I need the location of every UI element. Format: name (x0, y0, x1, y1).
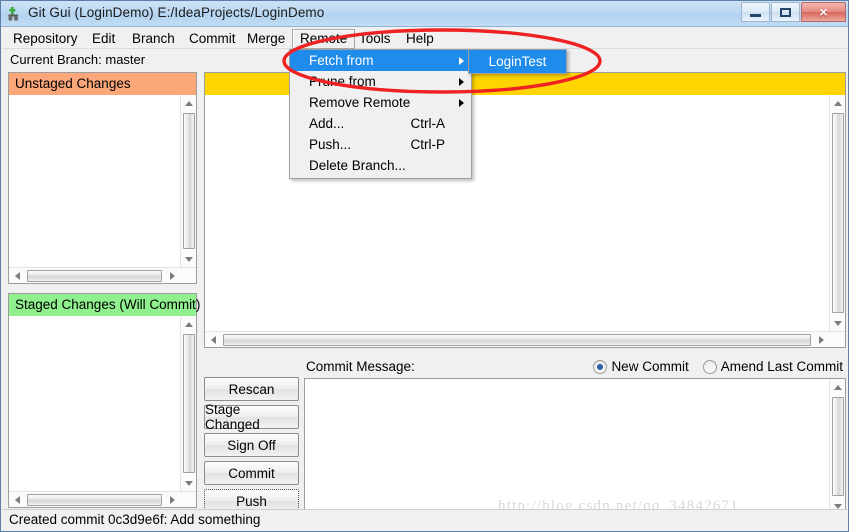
submenu-arrow-icon (459, 78, 464, 86)
menu-item-label: Delete Branch... (309, 158, 406, 173)
staged-vertical-scrollbar[interactable] (180, 316, 196, 491)
minimize-icon (750, 14, 761, 17)
staged-horizontal-scrollbar[interactable] (9, 491, 196, 507)
radio-amend-last-commit-label[interactable]: Amend Last Commit (721, 359, 843, 374)
menu-item-add[interactable]: Add... Ctrl-A (290, 113, 471, 134)
fetch-from-submenu: LoginTest (468, 49, 567, 74)
staged-changes-list[interactable] (9, 316, 196, 507)
staged-hscroll-thumb[interactable] (27, 494, 162, 506)
diff-vertical-scrollbar[interactable] (829, 95, 845, 331)
scroll-up-icon[interactable] (181, 95, 197, 111)
title-bar: Git Gui (LoginDemo) E:/IdeaProjects/Logi… (1, 1, 848, 27)
unstaged-changes-list[interactable] (9, 95, 196, 283)
rescan-button[interactable]: Rescan (204, 377, 299, 401)
radio-amend-last-commit[interactable] (703, 360, 717, 374)
staged-changes-header: Staged Changes (Will Commit) (9, 294, 196, 316)
commit-message-input[interactable] (305, 379, 845, 514)
unstaged-vertical-scrollbar[interactable] (180, 95, 196, 267)
menu-item-label: Fetch from (309, 53, 374, 68)
maximize-button[interactable] (771, 2, 800, 22)
remote-dropdown-menu: Fetch from Prune from Remove Remote Add.… (289, 49, 472, 179)
commit-message-label: Commit Message: (306, 359, 415, 374)
menu-item-push[interactable]: Push... Ctrl-P (290, 134, 471, 155)
git-gui-window: Git Gui (LoginDemo) E:/IdeaProjects/Logi… (0, 0, 849, 532)
action-button-column: Rescan Stage Changed Sign Off Commit Pus… (204, 377, 299, 517)
unstaged-hscroll-thumb[interactable] (27, 270, 162, 282)
menu-item-accelerator: Ctrl-P (411, 134, 446, 155)
stage-changed-button[interactable]: Stage Changed (204, 405, 299, 429)
unstaged-horizontal-scrollbar[interactable] (9, 267, 196, 283)
submenu-arrow-icon (459, 99, 464, 107)
scroll-right-icon[interactable] (813, 332, 829, 348)
staged-vscroll-thumb[interactable] (183, 334, 195, 473)
close-icon: × (819, 5, 827, 19)
commit-message-vscroll-thumb[interactable] (832, 397, 844, 496)
sign-off-button[interactable]: Sign Off (204, 433, 299, 457)
scroll-up-icon[interactable] (830, 95, 846, 111)
status-message: Created commit 0c3d9e6f: Add something (9, 512, 260, 527)
scroll-left-icon[interactable] (9, 268, 25, 284)
radio-new-commit-label[interactable]: New Commit (611, 359, 688, 374)
menu-item-prune-from[interactable]: Prune from (290, 71, 471, 92)
scroll-up-icon[interactable] (181, 316, 197, 332)
git-gui-icon (7, 6, 23, 22)
menu-item-remove-remote[interactable]: Remove Remote (290, 92, 471, 113)
commit-button[interactable]: Commit (204, 461, 299, 485)
scroll-left-icon[interactable] (205, 332, 221, 348)
menu-item-accelerator: Ctrl-A (411, 113, 446, 134)
menu-remote[interactable]: Remote (292, 29, 355, 49)
menu-item-delete-branch[interactable]: Delete Branch... (290, 155, 471, 176)
commit-message-panel (304, 378, 846, 515)
submenu-arrow-icon (459, 57, 464, 65)
scroll-right-icon[interactable] (164, 268, 180, 284)
menu-bar: Repository Edit Branch Commit Merge Remo… (2, 28, 847, 49)
scroll-up-icon[interactable] (830, 379, 846, 395)
submenu-item-logintest[interactable]: LoginTest (469, 50, 566, 73)
menu-item-fetch-from[interactable]: Fetch from (290, 50, 471, 71)
menu-item-label: Prune from (309, 74, 376, 89)
maximize-icon (780, 8, 791, 17)
menu-commit[interactable]: Commit (182, 29, 243, 48)
status-bar: Created commit 0c3d9e6f: Add something (2, 509, 847, 530)
unstaged-vscroll-thumb[interactable] (183, 113, 195, 249)
scroll-down-icon[interactable] (830, 315, 846, 331)
menu-branch[interactable]: Branch (125, 29, 182, 48)
staged-changes-panel: Staged Changes (Will Commit) (8, 293, 197, 508)
menu-help[interactable]: Help (399, 29, 441, 48)
commit-mode-radio-group: New Commit Amend Last Commit (593, 359, 845, 374)
commit-message-vertical-scrollbar[interactable] (829, 379, 845, 514)
menu-edit[interactable]: Edit (85, 29, 122, 48)
menu-merge[interactable]: Merge (240, 29, 292, 48)
diff-vscroll-thumb[interactable] (832, 113, 844, 313)
close-button[interactable]: × (801, 2, 846, 22)
scroll-down-icon[interactable] (181, 251, 197, 267)
diff-hscroll-thumb[interactable] (223, 334, 811, 346)
menu-item-label: Add... (309, 116, 344, 131)
current-branch-label: Current Branch: master (10, 52, 145, 67)
scroll-left-icon[interactable] (9, 492, 25, 508)
minimize-button[interactable] (741, 2, 770, 22)
scroll-right-icon[interactable] (164, 492, 180, 508)
unstaged-changes-panel: Unstaged Changes (8, 72, 197, 284)
menu-item-label: Push... (309, 137, 351, 152)
unstaged-changes-header: Unstaged Changes (9, 73, 196, 95)
menu-repository[interactable]: Repository (6, 29, 85, 48)
window-title: Git Gui (LoginDemo) E:/IdeaProjects/Logi… (28, 5, 324, 20)
scroll-down-icon[interactable] (181, 475, 197, 491)
radio-new-commit[interactable] (593, 360, 607, 374)
menu-tools[interactable]: Tools (352, 29, 398, 48)
window-controls: × (740, 2, 846, 22)
diff-horizontal-scrollbar[interactable] (205, 331, 845, 347)
menu-item-label: Remove Remote (309, 95, 410, 110)
